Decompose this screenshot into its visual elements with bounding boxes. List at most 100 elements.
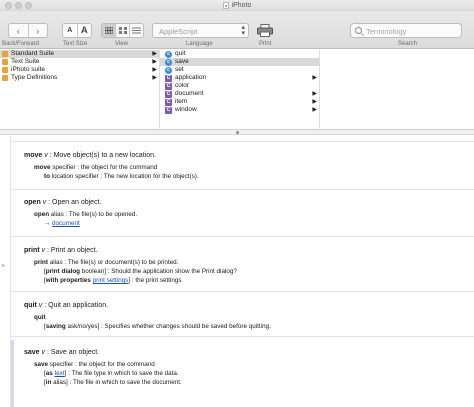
param-line: save specifier : the object for the comm… xyxy=(34,361,155,368)
print-settings-link[interactable]: print settings xyxy=(93,277,129,284)
search-icon xyxy=(355,27,362,34)
suite-icon xyxy=(2,59,8,65)
disclosure-arrow-icon: ▶ xyxy=(152,59,157,65)
param-name: saving xyxy=(45,323,66,330)
class-badge-icon: C xyxy=(165,90,172,98)
command-name: quit xyxy=(24,302,37,309)
text-link[interactable]: text xyxy=(55,370,65,377)
toolbar: ‹ › Back/Forward A A Text Size View Appl… xyxy=(0,11,474,49)
param-name: move xyxy=(34,164,51,171)
suite-icon xyxy=(2,51,8,57)
browser-item-row[interactable]: Capplication ▶ xyxy=(160,74,319,82)
left-scroll-handle-icon[interactable]: ▸ xyxy=(2,262,8,270)
suite-label: Text Suite xyxy=(11,58,40,65)
command-description: : Open an object. xyxy=(48,199,102,206)
command-description: : Quit an application. xyxy=(44,302,109,309)
param-line: [saving ask/no/yes] : Specifies whether … xyxy=(44,323,271,330)
command-type: v xyxy=(41,349,46,356)
command-type: v xyxy=(42,199,47,206)
browser-item-label: document xyxy=(175,90,204,97)
suite-label: Standard Suite xyxy=(11,50,55,57)
view-segment[interactable] xyxy=(101,23,144,38)
entry-separator xyxy=(11,236,474,237)
param-desc: boolean] : Should the application show t… xyxy=(80,268,237,275)
dictionary-content: move v : Move object(s) to a new locatio… xyxy=(10,136,474,407)
back-forward-segment[interactable]: ‹ › xyxy=(8,23,48,38)
disclosure-arrow-icon: ▶ xyxy=(152,75,157,81)
param-name: quit xyxy=(34,314,46,321)
command-name: move xyxy=(24,152,43,159)
search-placeholder: Terminology xyxy=(366,27,407,36)
param-desc: ] : The file type in which to save the d… xyxy=(64,370,179,377)
result-line: → document xyxy=(44,220,80,227)
param-desc: specifier : the object for the command xyxy=(50,164,158,171)
dictionary-browser: Standard Suite ▶ Text Suite ▶ iPhoto suite ▶ T… xyxy=(0,50,474,130)
browser-item-row[interactable]: c set xyxy=(160,66,319,74)
browser-item-row[interactable]: Cwindow ▶ xyxy=(160,106,319,114)
forward-chevron-icon[interactable]: › xyxy=(29,24,48,37)
back-chevron-icon[interactable]: ‹ xyxy=(9,24,29,37)
view-browser-icon[interactable] xyxy=(102,24,116,37)
command-type: v xyxy=(41,247,46,254)
browser-item-row[interactable]: Ccolor xyxy=(160,82,319,90)
search-field[interactable]: Terminology xyxy=(350,23,462,38)
disclosure-arrow-icon: ▶ xyxy=(312,75,317,81)
entry-heading: print v : Print an object. xyxy=(24,247,98,254)
document-link[interactable]: document xyxy=(52,220,80,227)
param-desc: location specifier : The new location fo… xyxy=(49,173,199,180)
param-desc: ] : the print settings xyxy=(128,277,182,284)
window-title-area: iPhoto xyxy=(0,0,474,11)
browser-item-row[interactable]: Citem ▶ xyxy=(160,98,319,106)
browser-item-row[interactable]: c quit xyxy=(160,50,319,58)
command-type: v xyxy=(44,152,48,159)
browser-item-label: color xyxy=(175,82,190,89)
disclosure-arrow-icon: ▶ xyxy=(312,91,317,97)
entry-save: save v : Save an object. save specifier … xyxy=(11,340,474,407)
command-description: : Print an object. xyxy=(46,247,98,254)
command-badge-icon: c xyxy=(165,66,172,74)
suite-row[interactable]: Type Definitions ▶ xyxy=(0,74,159,82)
param-line: to location specifier : The new location… xyxy=(44,173,199,180)
suite-label: iPhoto suite xyxy=(11,66,45,73)
browser-item-label: quit xyxy=(175,50,186,57)
param-name: save xyxy=(34,361,49,368)
browser-item-label: set xyxy=(175,66,184,73)
browser-item-label: save xyxy=(175,58,189,65)
window-title: iPhoto xyxy=(231,2,252,9)
suite-row[interactable]: iPhoto suite ▶ xyxy=(0,66,159,74)
command-name: save xyxy=(24,349,40,356)
disclosure-arrow-icon: ▶ xyxy=(312,99,317,105)
text-size-smaller-button[interactable]: A xyxy=(63,24,78,37)
view-list-icon[interactable] xyxy=(130,24,143,37)
param-desc: ask/no/yes] : Specifies whether changes … xyxy=(65,323,271,330)
language-popup[interactable]: AppleScript ▴ ▾ xyxy=(152,23,249,38)
suites-column[interactable]: Standard Suite ▶ Text Suite ▶ iPhoto suite ▶ T… xyxy=(0,50,160,130)
text-size-segment[interactable]: A A xyxy=(62,23,92,38)
browser-item-row[interactable]: c save xyxy=(160,58,319,66)
language-value: AppleScript xyxy=(159,27,198,36)
suite-row[interactable]: Standard Suite ▶ xyxy=(0,50,159,58)
text-size-larger-button[interactable]: A xyxy=(78,24,92,37)
split-divider[interactable] xyxy=(0,130,474,135)
browser-item-label: application xyxy=(175,74,207,81)
entry-separator xyxy=(11,141,474,142)
class-badge-icon: C xyxy=(165,98,172,106)
view-label: View xyxy=(115,41,128,47)
entry-separator xyxy=(11,291,474,292)
items-column[interactable]: c quit c save c set Capplication ▶ Ccolor Cdocume… xyxy=(160,50,320,130)
command-name: print xyxy=(24,247,40,254)
view-grid-icon[interactable] xyxy=(116,24,130,37)
entry-separator xyxy=(11,189,474,190)
browser-item-label: item xyxy=(175,98,188,105)
suite-label: Type Definitions xyxy=(11,74,58,81)
printer-icon[interactable] xyxy=(257,24,273,37)
browser-item-row[interactable]: Cdocument ▶ xyxy=(160,90,319,98)
param-desc: alias] : The file in which to save the d… xyxy=(51,379,182,386)
param-name: print xyxy=(34,259,48,266)
param-desc: alias : The file(s) or document(s) to be… xyxy=(48,259,179,266)
split-handle-icon[interactable] xyxy=(236,131,239,134)
entry-heading: save v : Save an object. xyxy=(24,349,99,356)
search-label: Search xyxy=(398,41,418,47)
disclosure-arrow-icon: ▶ xyxy=(312,107,317,113)
suite-row[interactable]: Text Suite ▶ xyxy=(0,58,159,66)
